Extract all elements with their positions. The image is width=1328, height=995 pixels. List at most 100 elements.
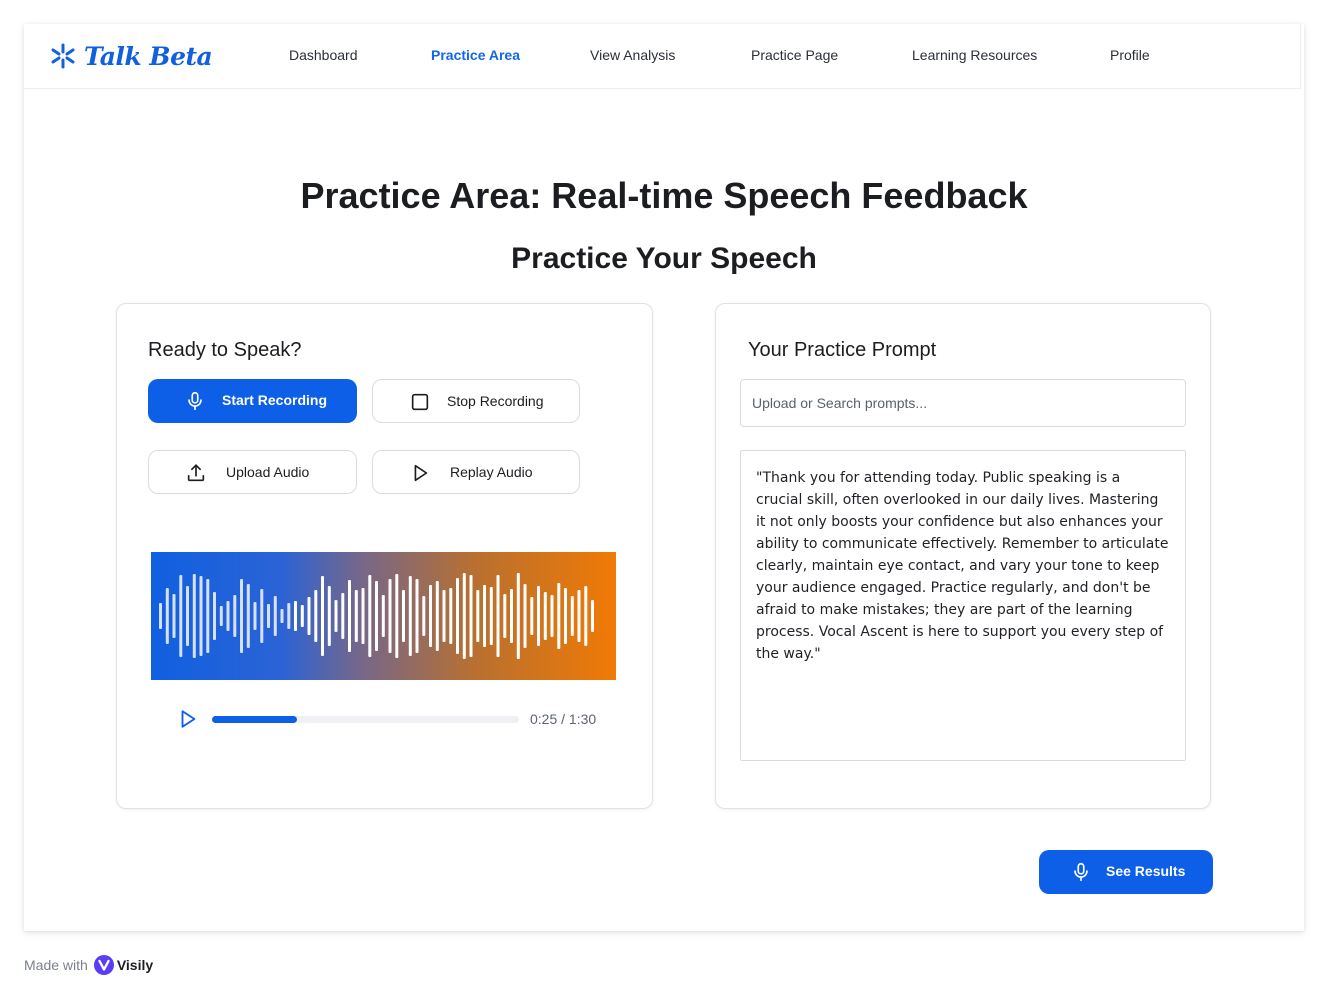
see-results-label: See Results xyxy=(1106,863,1186,879)
recorder-heading: Ready to Speak? xyxy=(148,339,302,361)
prompt-search-input[interactable] xyxy=(740,379,1186,427)
prompt-text-area[interactable]: "Thank you for attending today. Public s… xyxy=(740,450,1186,761)
waveform-bar xyxy=(179,575,183,657)
nav-practice-area[interactable]: Practice Area xyxy=(431,47,520,63)
waveform-bar xyxy=(429,585,432,647)
waveform-bar xyxy=(408,576,412,656)
audio-current-time: 0:25 xyxy=(530,711,558,727)
waveform-bar xyxy=(577,590,581,642)
see-results-button[interactable]: See Results xyxy=(1039,850,1213,894)
waveform-bar xyxy=(510,589,513,643)
app-frame: Talk Beta Dashboard Practice Area View A… xyxy=(24,24,1304,931)
recorder-card: Ready to Speak? Start Recording Stop Rec… xyxy=(116,303,653,809)
start-recording-label: Start Recording xyxy=(222,392,328,408)
waveform-bar xyxy=(503,594,507,638)
waveform-bar xyxy=(165,588,169,644)
section-title: Practice Your Speech xyxy=(511,242,817,275)
waveform-bar xyxy=(402,590,405,642)
brand-logo[interactable]: Talk Beta xyxy=(50,39,213,73)
waveform-bar xyxy=(537,586,540,646)
player-play-icon[interactable] xyxy=(177,708,199,730)
waveform-bar xyxy=(246,584,250,648)
visily-logo-icon xyxy=(93,955,114,975)
stop-recording-label: Stop Recording xyxy=(447,393,544,409)
waveform-bar xyxy=(449,588,453,644)
top-header: Talk Beta Dashboard Practice Area View A… xyxy=(24,24,1301,89)
waveform-bar xyxy=(240,579,243,653)
visily-label: Visily xyxy=(116,957,154,973)
waveform-bar xyxy=(476,590,480,642)
waveform-bar xyxy=(192,574,196,658)
waveform-bar xyxy=(564,588,567,644)
waveform-bar xyxy=(442,590,446,642)
audio-time: 0:25 / 1:30 xyxy=(530,711,596,727)
prompt-card: Your Practice Prompt "Thank you for atte… xyxy=(715,303,1211,809)
waveform-bar xyxy=(361,588,365,644)
waveform-bar xyxy=(530,597,534,635)
audio-progress-bar[interactable] xyxy=(212,716,519,723)
waveform-bar xyxy=(375,581,378,651)
nav-learning-resources[interactable]: Learning Resources xyxy=(912,47,1037,63)
waveform-bar xyxy=(219,606,223,626)
prompt-heading: Your Practice Prompt xyxy=(748,339,937,361)
waveform-bar xyxy=(321,576,324,656)
waveform-bar xyxy=(186,586,189,646)
waveform-bar xyxy=(226,601,230,631)
replay-audio-button[interactable]: Replay Audio xyxy=(372,450,580,494)
waveform-bar xyxy=(483,585,486,647)
waveform-bar xyxy=(213,592,216,640)
upload-audio-button[interactable]: Upload Audio xyxy=(148,450,357,494)
nav-practice-page[interactable]: Practice Page xyxy=(751,47,838,63)
waveform-bar xyxy=(516,573,520,659)
waveform-bar xyxy=(172,594,176,638)
waveform-bar xyxy=(388,579,392,653)
microphone-icon xyxy=(1074,862,1088,882)
audio-progress-fill xyxy=(212,716,298,723)
upload-icon xyxy=(187,464,205,482)
nav-profile[interactable]: Profile xyxy=(1110,47,1150,63)
made-with-label: Made with xyxy=(24,957,88,973)
nav-view-analysis[interactable]: View Analysis xyxy=(590,47,675,63)
waveform-bar xyxy=(489,587,493,645)
waveform-bar xyxy=(273,596,277,636)
waveform-bar xyxy=(334,600,338,632)
waveform-bar xyxy=(462,573,466,659)
waveform-bar xyxy=(523,584,527,648)
waveform-bar xyxy=(557,583,561,649)
made-with-footer[interactable]: Made with Visily xyxy=(24,955,153,975)
waveform-bar xyxy=(422,596,426,636)
waveform-bar xyxy=(348,580,351,652)
stop-square-icon xyxy=(411,393,429,411)
waveform-bar xyxy=(307,597,311,635)
waveform-bar xyxy=(381,595,385,637)
nav-dashboard[interactable]: Dashboard xyxy=(289,47,358,63)
waveform-bar xyxy=(415,579,419,653)
waveform-bar xyxy=(570,596,574,636)
waveform-bar xyxy=(253,602,257,630)
audio-total-time: 1:30 xyxy=(568,711,597,727)
waveform-bar xyxy=(260,589,264,643)
waveform-bars xyxy=(159,573,594,659)
waveform-bar xyxy=(591,600,594,632)
waveform-bar xyxy=(469,575,473,657)
waveform-bar xyxy=(435,581,439,651)
waveform-bar xyxy=(550,595,554,637)
start-recording-button[interactable]: Start Recording xyxy=(148,379,357,423)
waveform-bar xyxy=(199,576,203,656)
waveform-bar xyxy=(496,575,500,657)
upload-audio-label: Upload Audio xyxy=(226,464,310,480)
stop-recording-button[interactable]: Stop Recording xyxy=(372,379,580,423)
waveform-bar xyxy=(294,601,297,631)
waveform-bar xyxy=(395,574,399,658)
waveform-bar xyxy=(280,609,284,623)
play-icon xyxy=(414,464,428,482)
waveform-bar xyxy=(354,590,358,642)
waveform-bar xyxy=(327,586,331,646)
waveform-bar xyxy=(267,604,270,628)
waveform-bar xyxy=(456,578,459,654)
audio-time-separator: / xyxy=(561,711,566,727)
waveform-bar xyxy=(300,605,304,627)
microphone-icon xyxy=(188,391,202,411)
waveform-bar xyxy=(368,575,372,657)
waveform-bar xyxy=(584,586,588,646)
